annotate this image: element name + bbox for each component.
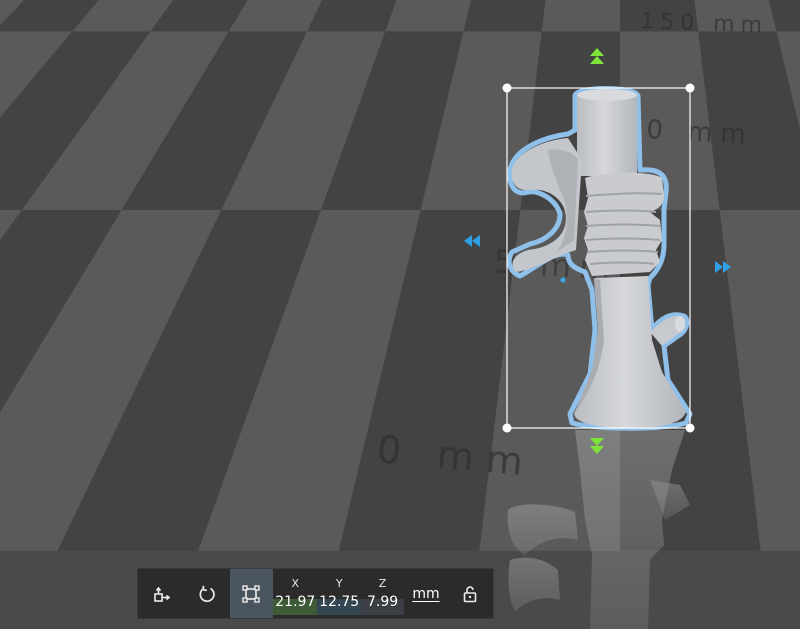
size-y-field[interactable]: Y [317,569,361,618]
model-top-cylinder [577,94,637,176]
size-x-label: X [291,576,300,590]
lock-icon [464,585,477,602]
scale-tool-button[interactable] [229,569,274,618]
rotate-tool-button[interactable] [184,569,229,618]
build-plate-scene[interactable]: 150 mm 0 mm 5 mm 0 mm [0,0,800,629]
size-y-input[interactable] [317,590,361,613]
size-x-field[interactable]: X [273,569,318,618]
size-y-label: Y [335,576,343,590]
scale-tool-icon [242,584,261,603]
move-tool-button[interactable] [139,569,184,618]
model-top-cap [577,89,637,101]
model-pivot-dot [560,277,566,283]
unit-toggle[interactable]: mm [404,569,447,618]
unit-label: mm [412,585,440,602]
rotate-tool-icon [199,585,215,602]
grid-tile [463,0,546,32]
size-z-input[interactable] [360,590,405,613]
transform-toolbar: X Y Z mm [137,568,494,619]
model-nub-cap [675,316,685,332]
3d-viewport[interactable]: 150 mm 0 mm 5 mm 0 mm X 21.97 Y 12.75 Z … [0,0,800,629]
lock-ratio-button[interactable] [448,569,493,618]
bbox-handle-top-right[interactable] [685,83,695,93]
size-z-label: Z [378,576,387,590]
size-z-field[interactable]: Z [360,569,405,618]
move-tool-icon [153,586,170,602]
bbox-handle-bottom-right[interactable] [685,423,695,433]
bbox-handle-bottom-left[interactable] [502,423,512,433]
floor-label-150mm: 150 mm [640,9,769,38]
bbox-handle-top-left[interactable] [502,83,512,93]
grid-tile [541,0,620,32]
floor-label-100mm: 0 mm [646,115,755,151]
size-x-input[interactable] [273,590,318,613]
